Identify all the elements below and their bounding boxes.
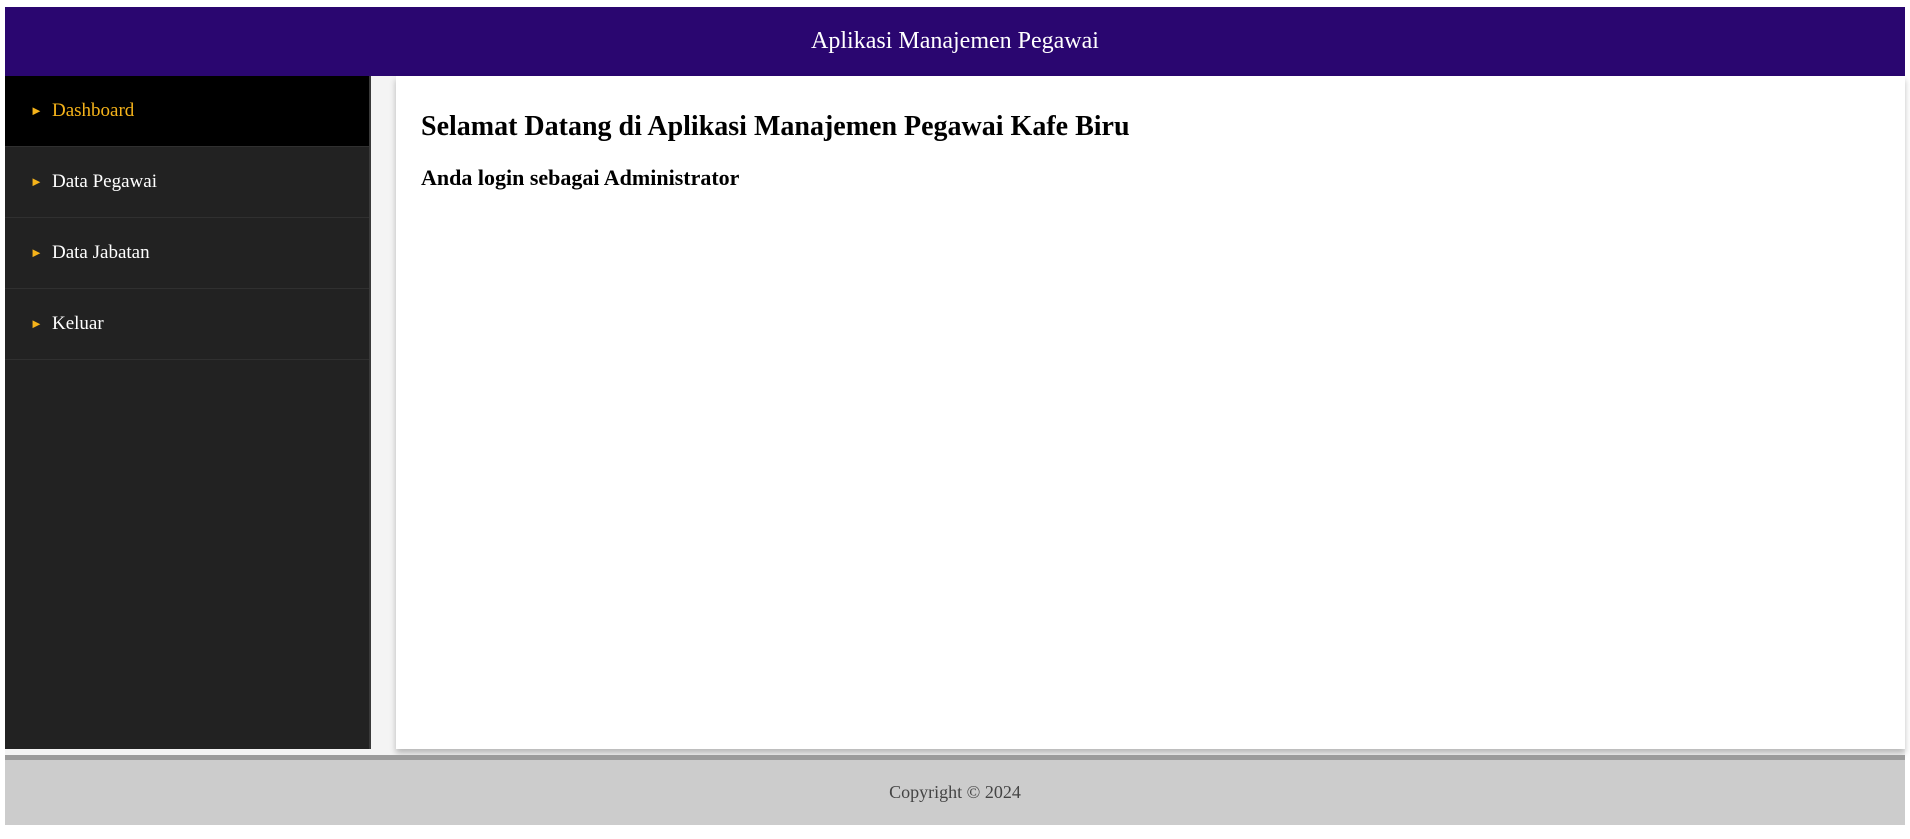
welcome-heading: Selamat Datang di Aplikasi Manajemen Peg… <box>421 111 1130 142</box>
sidebar-item-label: Data Pegawai <box>52 171 157 192</box>
triangle-right-icon: ► <box>30 316 43 331</box>
copyright-text: Copyright © 2024 <box>889 782 1021 802</box>
sidebar-item-keluar[interactable]: ► Keluar <box>5 289 369 360</box>
triangle-right-icon: ► <box>30 245 43 260</box>
app-title: Aplikasi Manajemen Pegawai <box>811 28 1099 54</box>
sidebar-item-data-pegawai[interactable]: ► Data Pegawai <box>5 147 369 218</box>
triangle-right-icon: ► <box>30 103 43 118</box>
app-header: Aplikasi Manajemen Pegawai <box>5 7 1905 76</box>
sidebar-item-label: Dashboard <box>52 100 135 121</box>
body-area: ► Dashboard ► Data Pegawai ► Data Jabata… <box>5 76 1905 756</box>
triangle-right-icon: ► <box>30 174 43 189</box>
sidebar-item-dashboard[interactable]: ► Dashboard <box>5 76 369 147</box>
footer: Copyright © 2024 <box>5 755 1905 825</box>
app-window: Aplikasi Manajemen Pegawai ► Dashboard ►… <box>5 7 1905 825</box>
sidebar: ► Dashboard ► Data Pegawai ► Data Jabata… <box>5 76 371 749</box>
sidebar-item-label: Data Jabatan <box>52 242 150 263</box>
main-content: Selamat Datang di Aplikasi Manajemen Peg… <box>396 76 1905 749</box>
sidebar-item-label: Keluar <box>52 313 104 334</box>
role-text: Anda login sebagai Administrator <box>421 165 740 190</box>
sidebar-item-data-jabatan[interactable]: ► Data Jabatan <box>5 218 369 289</box>
